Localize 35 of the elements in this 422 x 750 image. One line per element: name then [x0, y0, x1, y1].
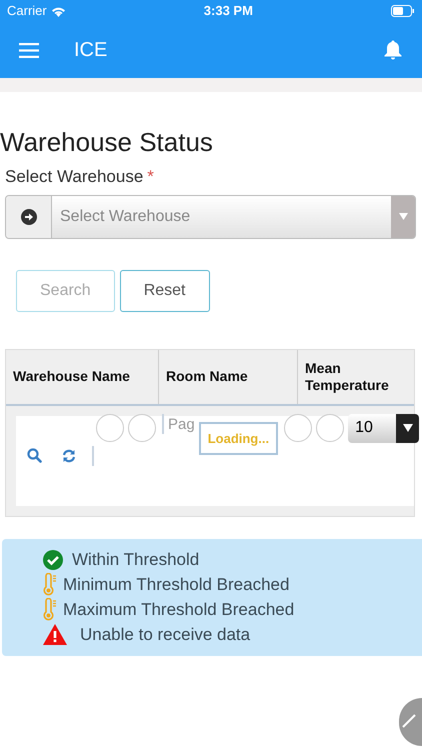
- dropdown-caret-icon: [402, 424, 413, 432]
- legend-label: Within Threshold: [72, 548, 200, 571]
- column-header: Warehouse Name: [13, 368, 130, 385]
- column-header: Room Name: [166, 368, 248, 385]
- arrow-circle-icon: [20, 208, 36, 224]
- required-mark: *: [147, 166, 154, 188]
- action-button[interactable]: Reset: [120, 270, 210, 312]
- legend-label: Minimum Threshold Breached: [63, 574, 290, 596]
- search-icon[interactable]: [27, 448, 42, 463]
- thermometer-icon: [43, 598, 57, 621]
- carrier-label: Carrier: [7, 2, 47, 20]
- notification-bell-icon[interactable]: [384, 40, 402, 60]
- loading-indicator: Loading...: [198, 422, 278, 455]
- select-placeholder: Select Warehouse: [59, 206, 192, 226]
- pager-button[interactable]: [128, 414, 156, 442]
- warning-icon: [43, 624, 67, 645]
- menu-icon[interactable]: [19, 42, 39, 58]
- dropdown-caret-icon: [398, 213, 408, 220]
- page-label: Pag: [168, 414, 195, 434]
- pager-button[interactable]: [284, 414, 312, 442]
- page-title: Warehouse Status: [0, 126, 214, 158]
- wifi-icon: [50, 6, 66, 16]
- battery-icon: [391, 5, 415, 17]
- thermometer-icon: [43, 573, 57, 596]
- column-header: Mean Temperature: [305, 360, 390, 394]
- pager-button[interactable]: [316, 414, 344, 442]
- refresh-icon[interactable]: [62, 448, 76, 462]
- field-label: Select Warehouse: [5, 166, 144, 188]
- pager-button[interactable]: [96, 414, 124, 442]
- legend-label: Maximum Threshold Breached: [63, 598, 294, 621]
- scroll-up-button[interactable]: [399, 698, 422, 746]
- legend-label: Unable to receive data: [80, 624, 250, 646]
- check-circle-icon: [43, 550, 63, 570]
- app-title: ICE: [74, 38, 108, 63]
- clock-time: 3:33 PM: [204, 2, 253, 20]
